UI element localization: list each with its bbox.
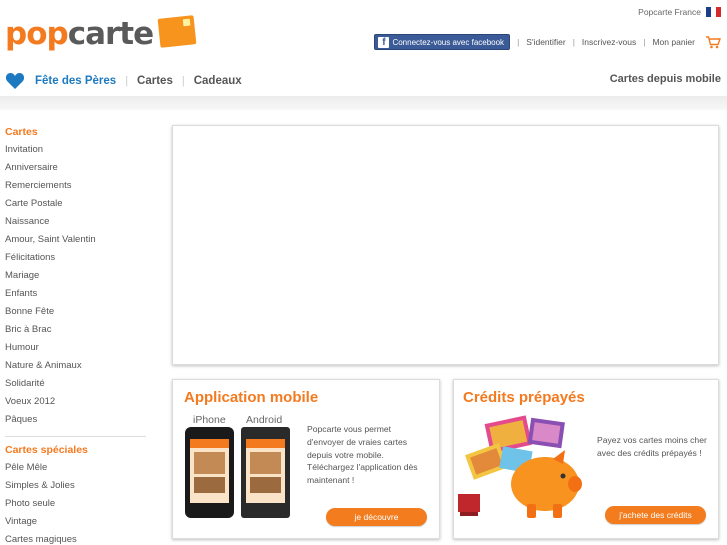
facebook-button-label: Connectez-vous avec facebook (392, 37, 505, 47)
locale-selector[interactable]: Popcarte France (638, 7, 721, 17)
logo-pop: pop (5, 16, 69, 52)
sidebar-item-amour[interactable]: Amour, Saint Valentin (5, 233, 146, 251)
cart-icon[interactable] (705, 35, 721, 49)
heart-icon (5, 73, 25, 89)
prepaid-credits-text: Payez vos cartes moins cher avec des cré… (597, 435, 707, 458)
sidebar-item-photo-seule[interactable]: Photo seule (5, 497, 146, 515)
sidebar-item-solidarite[interactable]: Solidarité (5, 377, 146, 395)
nav-fete-des-peres[interactable]: Fête des Pères (35, 75, 116, 87)
mobile-cards-link[interactable]: Cartes depuis mobile (610, 73, 721, 85)
facebook-icon: f (378, 36, 390, 48)
mobile-app-box: Application mobile iPhone Android Popcar… (172, 379, 440, 539)
featured-banner[interactable] (172, 125, 719, 365)
sidebar-item-nature-animaux[interactable]: Nature & Animaux (5, 359, 146, 377)
android-label: Android (246, 414, 283, 426)
sidebar-title-cartes-speciales[interactable]: Cartes spéciales (5, 443, 146, 461)
facebook-connect-button[interactable]: f Connectez-vous avec facebook (374, 34, 511, 50)
sidebar-item-vintage[interactable]: Vintage (5, 515, 146, 533)
iphone-label: iPhone (193, 414, 226, 426)
sidebar: Cartes Invitation Anniversaire Remerciem… (5, 125, 146, 545)
nav-cadeaux[interactable]: Cadeaux (194, 75, 242, 87)
sidebar-item-felicitations[interactable]: Félicitations (5, 251, 146, 269)
account-bar: f Connectez-vous avec facebook | S'ident… (374, 34, 721, 50)
login-link[interactable]: S'identifier (526, 37, 565, 47)
logo-card-icon (157, 15, 197, 48)
sidebar-item-carte-postale[interactable]: Carte Postale (5, 197, 146, 215)
sidebar-item-remerciements[interactable]: Remerciements (5, 179, 146, 197)
popcarte-logo[interactable]: popcarte (5, 14, 197, 54)
piggy-bank-icon (458, 415, 582, 518)
main-nav: Fête des Pères | Cartes | Cadeaux (5, 72, 242, 90)
sidebar-item-anniversaire[interactable]: Anniversaire (5, 161, 146, 179)
prepaid-credits-title: Crédits prépayés (463, 389, 585, 406)
buy-credits-button[interactable]: j'achete des crédits (605, 506, 706, 524)
sidebar-item-bonne-fete[interactable]: Bonne Fête (5, 305, 146, 323)
sidebar-item-voeux-2012[interactable]: Voeux 2012 (5, 395, 146, 413)
iphone-image (185, 427, 234, 518)
flag-icon (706, 7, 721, 17)
discover-button[interactable]: je découvre (326, 508, 427, 526)
header-divider-band (0, 96, 727, 110)
register-link[interactable]: Inscrivez-vous (582, 37, 636, 47)
locale-label: Popcarte France (638, 7, 701, 17)
sidebar-divider (5, 436, 146, 437)
prepaid-credits-box: Crédits prépayés Payez vos cartes moins … (453, 379, 719, 539)
sidebar-item-cartes-magiques[interactable]: Cartes magiques (5, 533, 146, 545)
sidebar-item-mariage[interactable]: Mariage (5, 269, 146, 287)
sidebar-item-humour[interactable]: Humour (5, 341, 146, 359)
sidebar-item-invitation[interactable]: Invitation (5, 143, 146, 161)
sidebar-item-paques[interactable]: Pâques (5, 413, 146, 431)
sidebar-item-simples-jolies[interactable]: Simples & Jolies (5, 479, 146, 497)
cart-link[interactable]: Mon panier (652, 37, 695, 47)
sidebar-title-cartes[interactable]: Cartes (5, 125, 146, 143)
sidebar-item-enfants[interactable]: Enfants (5, 287, 146, 305)
logo-carte: carte (67, 16, 154, 52)
mobile-app-title: Application mobile (184, 389, 319, 406)
android-image (241, 427, 290, 518)
sidebar-item-pele-mele[interactable]: Pêle Mêle (5, 461, 146, 479)
sidebar-item-naissance[interactable]: Naissance (5, 215, 146, 233)
mobile-app-text: Popcarte vous permet d'envoyer de vraies… (307, 424, 418, 486)
sidebar-item-bric-a-brac[interactable]: Bric à Brac (5, 323, 146, 341)
nav-cartes[interactable]: Cartes (137, 75, 173, 87)
